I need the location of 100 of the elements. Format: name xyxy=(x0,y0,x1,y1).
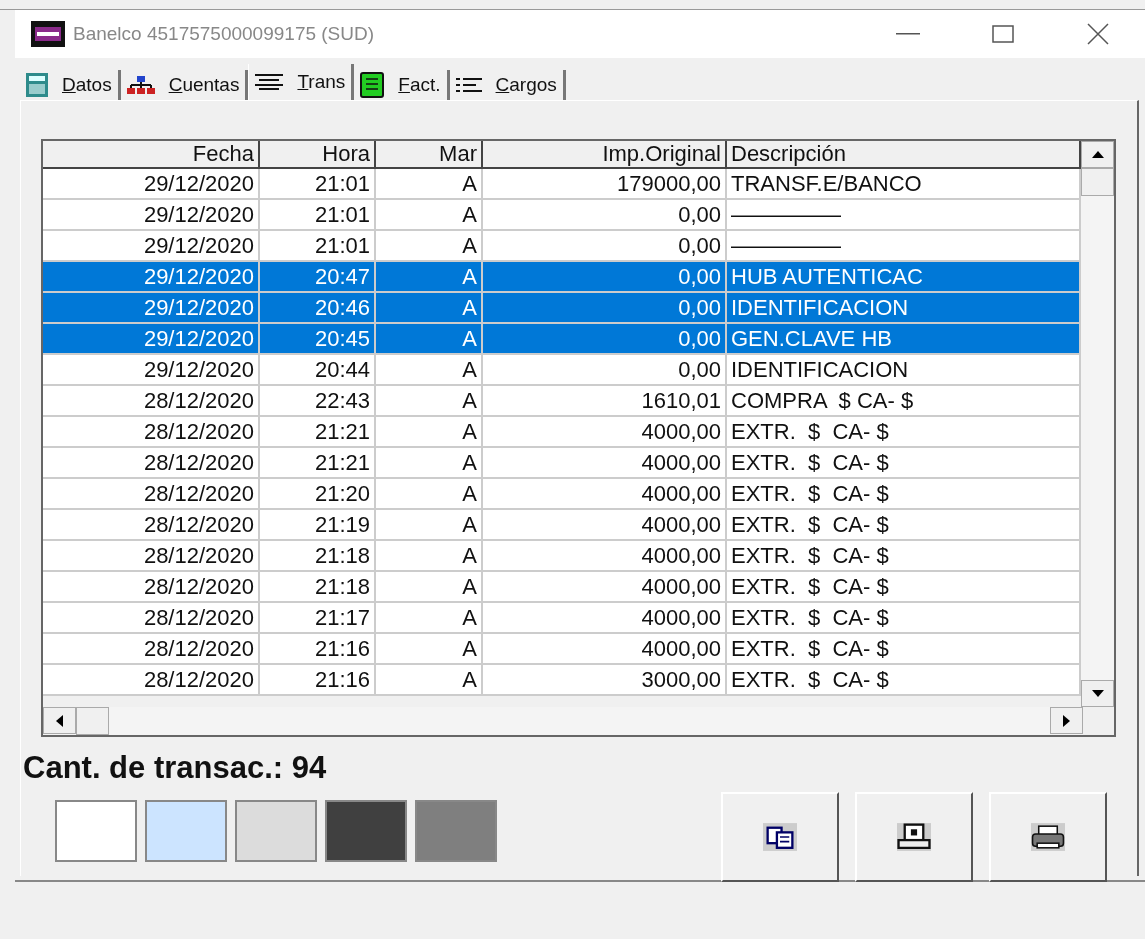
table-cell: A xyxy=(376,169,483,200)
table-cell: 0,00 xyxy=(483,200,727,231)
table-cell: 28/12/2020 xyxy=(43,634,260,665)
table-cell: 20:47 xyxy=(260,262,376,293)
scroll-right-button[interactable] xyxy=(1050,707,1083,734)
printer-icon xyxy=(1031,822,1065,851)
table-cell: 4000,00 xyxy=(483,541,727,572)
right-arrow-icon xyxy=(1063,714,1070,727)
table-cell: 21:16 xyxy=(260,634,376,665)
hierarchy-icon xyxy=(126,76,155,94)
table-cell: 0,00 xyxy=(483,355,727,386)
table-cell: A xyxy=(376,510,483,541)
scrollbar-thumb[interactable] xyxy=(76,707,109,735)
list-icon xyxy=(455,77,482,93)
table-cell: A xyxy=(376,479,483,510)
table-cell: TRANSF.E/BANCO xyxy=(727,169,1081,200)
column-header[interactable]: Mar xyxy=(376,141,483,169)
table-cell: 29/12/2020 xyxy=(43,231,260,262)
card-reader-button[interactable] xyxy=(855,791,973,882)
tab[interactable]: Trans xyxy=(248,64,355,100)
scroll-up-button[interactable] xyxy=(1081,141,1114,168)
table-cell: IDENTIFICACION xyxy=(727,355,1081,386)
copy-button[interactable] xyxy=(721,791,839,882)
scroll-down-button[interactable] xyxy=(1081,680,1114,707)
lines-icon xyxy=(255,74,284,90)
table-cell: EXTR. $ CA- $ xyxy=(727,479,1081,510)
table-cell: 20:44 xyxy=(260,355,376,386)
up-arrow-icon xyxy=(1091,151,1104,158)
table-cell: 28/12/2020 xyxy=(43,603,260,634)
table-cell: 179000,00 xyxy=(483,169,727,200)
color-swatch[interactable] xyxy=(415,799,497,862)
table-cell: 21:21 xyxy=(260,417,376,448)
printer-button[interactable] xyxy=(989,791,1107,882)
table-cell: 3000,00 xyxy=(483,665,727,696)
table-cell: 28/12/2020 xyxy=(43,386,260,417)
table-cell: 0,00 xyxy=(483,324,727,355)
color-swatch[interactable] xyxy=(145,799,227,862)
color-swatch[interactable] xyxy=(235,799,317,862)
table-cell: 0,00 xyxy=(483,262,727,293)
table-cell: EXTR. $ CA- $ xyxy=(727,417,1081,448)
table-cell: EXTR. $ CA- $ xyxy=(727,665,1081,696)
table-cell: ————— xyxy=(727,200,1081,231)
table-cell: 29/12/2020 xyxy=(43,169,260,200)
table-cell: EXTR. $ CA- $ xyxy=(727,510,1081,541)
scroll-left-button[interactable] xyxy=(43,707,76,734)
table-cell: 29/12/2020 xyxy=(43,355,260,386)
table-cell: 28/12/2020 xyxy=(43,417,260,448)
table-cell: ————— xyxy=(727,231,1081,262)
table-cell: A xyxy=(376,634,483,665)
close-icon xyxy=(1086,23,1109,45)
table-cell: A xyxy=(376,572,483,603)
transaction-count: Cant. de transac.: 94 xyxy=(23,749,328,787)
column-header[interactable]: Fecha xyxy=(43,141,260,169)
table-cell: 4000,00 xyxy=(483,417,727,448)
table-cell: 20:46 xyxy=(260,293,376,324)
color-swatch[interactable] xyxy=(55,799,137,862)
down-arrow-icon xyxy=(1091,690,1104,697)
table-cell: A xyxy=(376,324,483,355)
table-cell: A xyxy=(376,541,483,572)
table-cell: 28/12/2020 xyxy=(43,448,260,479)
table-cell: 28/12/2020 xyxy=(43,510,260,541)
app-icon xyxy=(31,21,65,47)
table-cell: A xyxy=(376,293,483,324)
table-cell: 4000,00 xyxy=(483,479,727,510)
left-arrow-icon xyxy=(56,714,63,727)
maximize-icon xyxy=(991,25,1014,43)
book-icon xyxy=(360,72,385,98)
table-cell: EXTR. $ CA- $ xyxy=(727,541,1081,572)
table-cell: 28/12/2020 xyxy=(43,572,260,603)
table-cell: 0,00 xyxy=(483,231,727,262)
table-cell: HUB AUTENTICAC xyxy=(727,262,1081,293)
minimize-icon xyxy=(895,33,920,35)
table-cell: 4000,00 xyxy=(483,634,727,665)
scrollbar-thumb[interactable] xyxy=(1081,168,1114,196)
table-cell: COMPRA $ CA- $ xyxy=(727,386,1081,417)
table-cell: EXTR. $ CA- $ xyxy=(727,634,1081,665)
copy-icon xyxy=(763,822,797,851)
table-cell: GEN.CLAVE HB xyxy=(727,324,1081,355)
table-cell: 4000,00 xyxy=(483,510,727,541)
table-cell: A xyxy=(376,355,483,386)
table-cell: 21:20 xyxy=(260,479,376,510)
table-cell: 28/12/2020 xyxy=(43,479,260,510)
table-cell: 28/12/2020 xyxy=(43,665,260,696)
table-cell: 1610,01 xyxy=(483,386,727,417)
table-cell: A xyxy=(376,603,483,634)
table-cell: 21:01 xyxy=(260,200,376,231)
column-header[interactable]: Descripción xyxy=(727,141,1081,169)
color-swatch[interactable] xyxy=(325,799,407,862)
card-reader-icon xyxy=(897,822,931,851)
column-header[interactable]: Hora xyxy=(260,141,376,169)
table-cell: A xyxy=(376,262,483,293)
table-cell: 20:45 xyxy=(260,324,376,355)
column-header[interactable]: Imp.Original xyxy=(483,141,727,169)
table-cell: EXTR. $ CA- $ xyxy=(727,572,1081,603)
table-cell: 4000,00 xyxy=(483,448,727,479)
table-cell: 21:18 xyxy=(260,541,376,572)
table-cell: 21:16 xyxy=(260,665,376,696)
table-cell: 4000,00 xyxy=(483,603,727,634)
table-cell: A xyxy=(376,448,483,479)
calculator-icon xyxy=(26,73,48,97)
